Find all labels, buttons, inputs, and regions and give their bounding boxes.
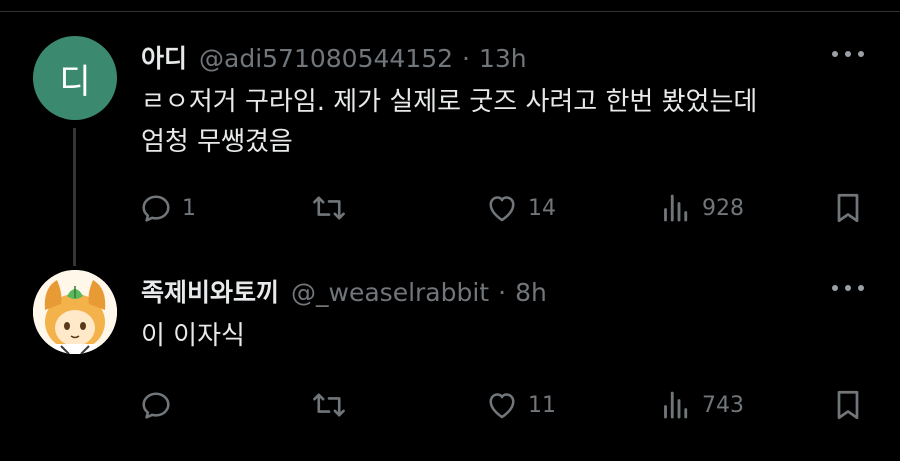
avatar[interactable]: 디 [33, 36, 117, 120]
action-bar: 1 14 928 [138, 190, 878, 226]
reply-count: 1 [182, 195, 196, 221]
separator-dot: · [462, 44, 470, 73]
heart-icon [489, 393, 515, 419]
timestamp[interactable]: 8h [515, 278, 547, 307]
reply-icon [142, 392, 170, 419]
like-button[interactable]: 14 [484, 190, 556, 226]
action-bar: 11 743 [138, 387, 878, 423]
like-button[interactable]: 11 [484, 387, 556, 423]
reply-button[interactable] [138, 387, 182, 423]
tweet-text: 이 이자식 [141, 316, 861, 356]
display-name[interactable]: 아디 [141, 39, 187, 75]
reply-icon [142, 195, 170, 222]
reply-button[interactable]: 1 [138, 190, 196, 226]
top-divider [0, 11, 900, 12]
tweet[interactable]: 디 아디 @adi5710805441​52 · 13h ㄹㅇ저거 구라임. 제… [0, 36, 900, 256]
retweet-icon [313, 196, 345, 220]
tweet-text-line: 이 이자식 [141, 321, 245, 351]
views-count: 928 [702, 195, 744, 221]
user-handle[interactable]: @adi5710805441​52 [199, 44, 453, 73]
avatar[interactable] [33, 270, 117, 354]
more-icon[interactable] [832, 278, 864, 298]
tweet-text-line: 엄청 무쌩겼음 [141, 127, 293, 157]
bookmark-button[interactable] [830, 190, 866, 226]
bookmark-icon [837, 390, 859, 420]
tweet-header: 족제비와토끼 @_weaselrabbit · 8h [141, 273, 820, 309]
avatar-image [33, 270, 117, 354]
tweet-header: 아디 @adi5710805441​52 · 13h [141, 39, 820, 75]
display-name[interactable]: 족제비와토끼 [141, 273, 279, 309]
retweet-icon [313, 393, 345, 417]
views-button[interactable]: 743 [658, 387, 744, 423]
retweet-button[interactable] [310, 387, 356, 423]
user-handle[interactable]: @_weaselrabbit [291, 278, 489, 307]
views-button[interactable]: 928 [658, 190, 744, 226]
timestamp[interactable]: 13h [479, 44, 527, 73]
bookmark-icon [837, 193, 859, 223]
like-count: 14 [528, 195, 556, 221]
like-count: 11 [528, 392, 556, 418]
views-icon [664, 391, 688, 419]
tweet-text: ㄹㅇ저거 구라임. 제가 실제로 굿즈 사려고 한번 봤었는데 엄청 무쌩겼음 [141, 82, 861, 162]
tweet[interactable]: 족제비와토끼 @_weaselrabbit · 8h 이 이자식 11 743 [0, 270, 900, 450]
avatar-letter: 디 [59, 61, 91, 102]
bookmark-button[interactable] [830, 387, 866, 423]
views-icon [664, 194, 688, 222]
views-count: 743 [702, 392, 744, 418]
more-icon[interactable] [832, 44, 864, 64]
retweet-button[interactable] [310, 190, 356, 226]
heart-icon [489, 196, 515, 222]
separator-dot: · [498, 278, 507, 307]
tweet-text-line: ㄹㅇ저거 구라임. 제가 실제로 굿즈 사려고 한번 봤었는데 [141, 87, 758, 117]
